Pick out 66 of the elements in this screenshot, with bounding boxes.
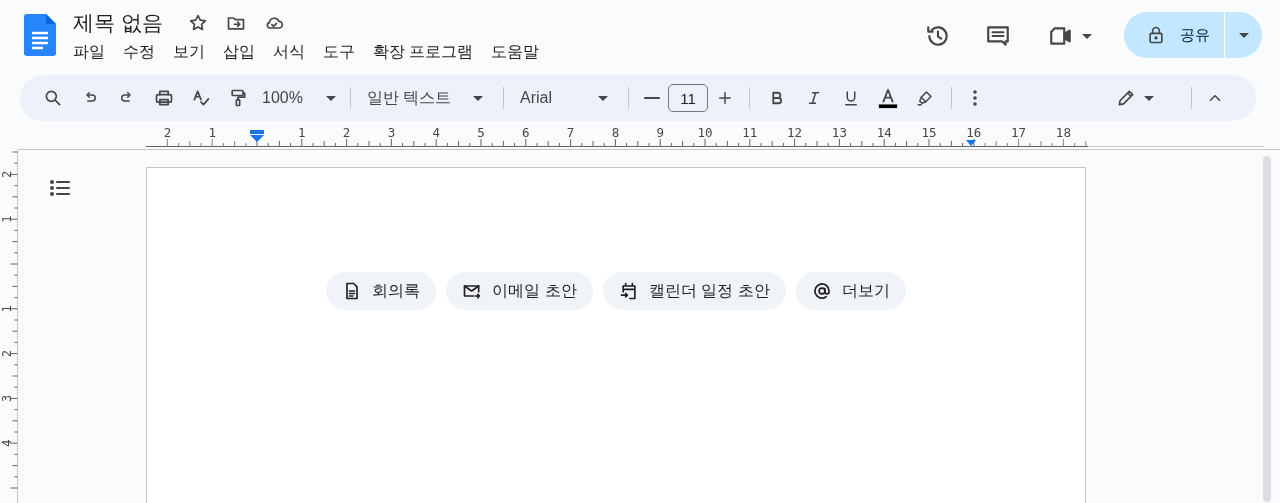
ruler-number: 1 — [0, 215, 14, 223]
ruler-number: 16 — [966, 127, 982, 140]
ruler-number: 12 — [787, 127, 803, 140]
minus-icon — [644, 97, 660, 99]
caret-icon — [1144, 95, 1154, 101]
ruler-number: 1 — [208, 127, 216, 140]
caret-icon — [598, 95, 608, 101]
document-page[interactable]: 회의록 이메일 초안 캘린더 일정 초안 더보기 — [146, 167, 1086, 503]
printer-icon — [153, 88, 174, 108]
ruler-number: 13 — [831, 127, 847, 140]
ruler-number: 18 — [1055, 127, 1071, 140]
caret-icon — [1082, 33, 1092, 39]
ruler-number: 17 — [1011, 127, 1027, 140]
ruler-number: 8 — [611, 127, 620, 140]
menu-item[interactable]: 서식 — [266, 40, 312, 64]
ruler-number: 2 — [0, 170, 14, 178]
indent-marker-icon[interactable] — [966, 140, 976, 146]
ruler-number: 7 — [566, 127, 575, 140]
template-chip[interactable]: 더보기 — [795, 272, 906, 310]
ruler-number: 9 — [656, 127, 664, 140]
caret-icon — [326, 95, 336, 101]
at-sign-icon — [811, 281, 832, 301]
ruler-number: 5 — [477, 127, 485, 140]
style-dropdown[interactable]: 일반 텍스트 — [359, 80, 495, 116]
lock-icon — [1146, 25, 1166, 45]
ruler-number: 2 — [163, 127, 172, 140]
ruler-number: 10 — [697, 127, 713, 140]
ruler-number: 1 — [298, 127, 306, 140]
history-icon — [925, 23, 951, 49]
more-vertical-icon — [973, 90, 977, 106]
ruler-number: 14 — [876, 127, 892, 140]
ruler-number: 6 — [522, 127, 530, 140]
pencil-icon — [1116, 88, 1136, 108]
menu-item[interactable]: 파일 — [66, 40, 112, 64]
menu-item[interactable]: 확장 프로그램 — [366, 40, 481, 64]
caret-icon — [473, 95, 483, 101]
ruler-number: 11 — [742, 127, 758, 140]
plus-icon — [716, 89, 734, 107]
document-title[interactable]: 제목 없음 — [73, 8, 163, 37]
calendar-arrow-icon — [618, 281, 639, 301]
zoom-dropdown[interactable]: 100% — [256, 80, 342, 116]
ruler-number: 4 — [432, 127, 440, 140]
font-dropdown[interactable]: Arial — [512, 80, 620, 116]
ruler-number: 15 — [921, 127, 937, 140]
indent-marker-icon[interactable] — [250, 130, 264, 142]
menu-item[interactable]: 도움말 — [484, 40, 547, 64]
ruler-number: 2 — [0, 350, 14, 358]
template-chip[interactable]: 캘린더 일정 초안 — [602, 272, 786, 310]
menu-item[interactable]: 삽입 — [216, 40, 262, 64]
scrollbar-thumb[interactable] — [1263, 156, 1271, 502]
ruler-number: 2 — [342, 127, 351, 140]
ruler-number: 3 — [0, 394, 14, 402]
comment-icon — [985, 23, 1011, 49]
star-icon — [187, 12, 208, 33]
ruler-number: 3 — [387, 127, 396, 140]
menu-item[interactable]: 수정 — [116, 40, 162, 64]
menu-item[interactable]: 보기 — [166, 40, 212, 64]
template-chip[interactable]: 회의록 — [326, 272, 437, 310]
ruler-number: 1 — [0, 305, 14, 313]
highlighter-icon — [915, 89, 934, 107]
menu-item[interactable]: 도구 — [316, 40, 362, 64]
docs-logo-icon[interactable] — [24, 14, 56, 56]
font-size-field[interactable]: 11 — [668, 84, 708, 112]
ruler-number: 4 — [0, 439, 14, 447]
template-chip[interactable]: 이메일 초안 — [446, 272, 593, 310]
caret-icon — [1238, 32, 1249, 38]
